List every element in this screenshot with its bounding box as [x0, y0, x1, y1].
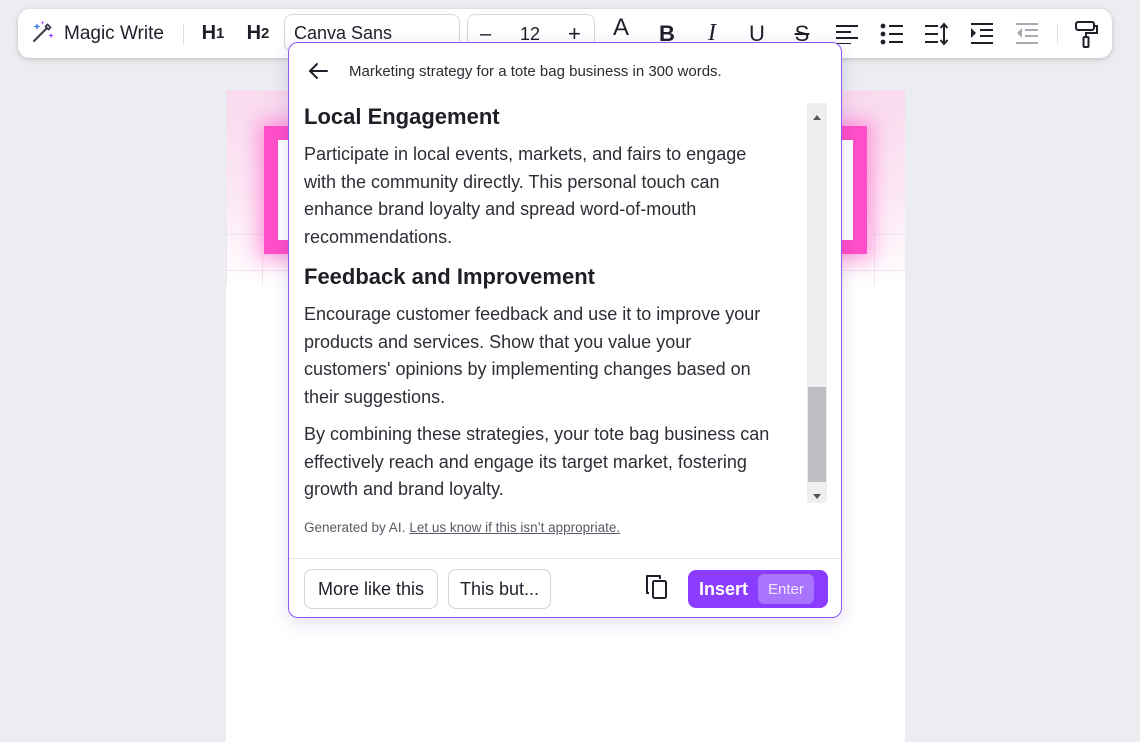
arrow-left-icon: [307, 62, 329, 84]
paragraph-line: their suggestions.: [304, 386, 446, 407]
heading1-button[interactable]: H1: [194, 9, 232, 58]
section-paragraph: Participate in local events, markets, an…: [304, 141, 804, 251]
line-spacing-icon: [924, 21, 950, 46]
caret-up-icon: [812, 105, 822, 124]
text-color-icon: A: [612, 13, 629, 41]
panel-header: Marketing strategy for a tote bag busine…: [289, 43, 841, 101]
bullet-list-button[interactable]: [875, 9, 909, 58]
prompt-text: Marketing strategy for a tote bag busine…: [349, 63, 722, 80]
paragraph-line: customers' opinions by implementing chan…: [304, 359, 751, 379]
section-paragraph: Encourage customer feedback and use it t…: [304, 301, 804, 411]
scrollbar-thumb[interactable]: [808, 387, 826, 482]
scroll-up-button[interactable]: [807, 105, 827, 123]
paragraph-line: Participate in local events, markets, an…: [304, 144, 747, 164]
paragraph-line: enhance brand loyalty and spread word-of…: [304, 199, 697, 219]
paragraph-line: recommendations.: [304, 226, 453, 247]
footer-divider: [289, 558, 841, 559]
scroll-down-button[interactable]: [807, 485, 827, 503]
paragraph-line: products and services. Show that you val…: [304, 331, 692, 352]
caret-down-icon: [812, 485, 822, 504]
heading2-sub: 2: [261, 25, 270, 42]
insert-label: Insert: [699, 578, 749, 599]
outdent-button[interactable]: [1010, 9, 1044, 58]
paint-roller-icon: [1074, 20, 1098, 48]
toolbar-divider: [1057, 24, 1058, 44]
ai-disclaimer: Generated by AI. Let us know if this isn’…: [304, 520, 620, 535]
paragraph-line: effectively reach and engage its target …: [304, 451, 747, 472]
insert-button[interactable]: Insert Enter: [688, 570, 828, 608]
this-but-button[interactable]: This but...: [448, 569, 551, 609]
heading2-button[interactable]: H2: [239, 9, 277, 58]
paragraph-line: Encourage customer feedback and use it t…: [304, 304, 761, 324]
indent-button[interactable]: [965, 9, 999, 58]
generated-text-area[interactable]: Local Engagement Participate in local ev…: [304, 101, 804, 505]
scrollbar[interactable]: [807, 103, 827, 503]
disclaimer-text: Generated by AI.: [304, 520, 406, 535]
editor-root: Magic Write H1 H2 Canva Sans – 12 + A B …: [0, 0, 1140, 742]
magic-wand-icon: [30, 19, 56, 49]
heading1-label: H: [201, 22, 217, 44]
heading2-label: H: [246, 22, 262, 44]
indent-icon: [970, 22, 994, 46]
paragraph-line: growth and brand loyalty.: [304, 479, 504, 499]
magic-write-label: Magic Write: [64, 22, 164, 44]
outdent-icon: [1015, 22, 1039, 46]
section-heading: Local Engagement: [304, 104, 500, 129]
bullet-list-icon: [880, 23, 904, 45]
toolbar-divider: [183, 24, 184, 44]
enter-shortcut-badge: Enter: [758, 574, 814, 604]
spacing-button[interactable]: [920, 9, 954, 58]
heading1-sub: 1: [216, 25, 225, 42]
feedback-link[interactable]: Let us know if this isn’t appropriate.: [409, 520, 620, 535]
align-left-icon: [835, 24, 859, 44]
more-like-this-button[interactable]: More like this: [304, 569, 438, 609]
copy-button[interactable]: [641, 573, 673, 605]
back-button[interactable]: [303, 59, 333, 87]
closing-paragraph: By combining these strategies, your tote…: [304, 421, 804, 504]
magic-write-button[interactable]: Magic Write: [30, 9, 180, 58]
copy-style-button[interactable]: [1069, 9, 1103, 58]
paragraph-line: By combining these strategies, your tote…: [304, 424, 770, 444]
font-family-value: Canva Sans: [294, 22, 393, 43]
paragraph-line: with the community directly. This person…: [304, 171, 720, 192]
copy-icon: [645, 574, 669, 604]
magic-write-panel: Marketing strategy for a tote bag busine…: [288, 42, 842, 618]
section-heading: Feedback and Improvement: [304, 264, 595, 289]
